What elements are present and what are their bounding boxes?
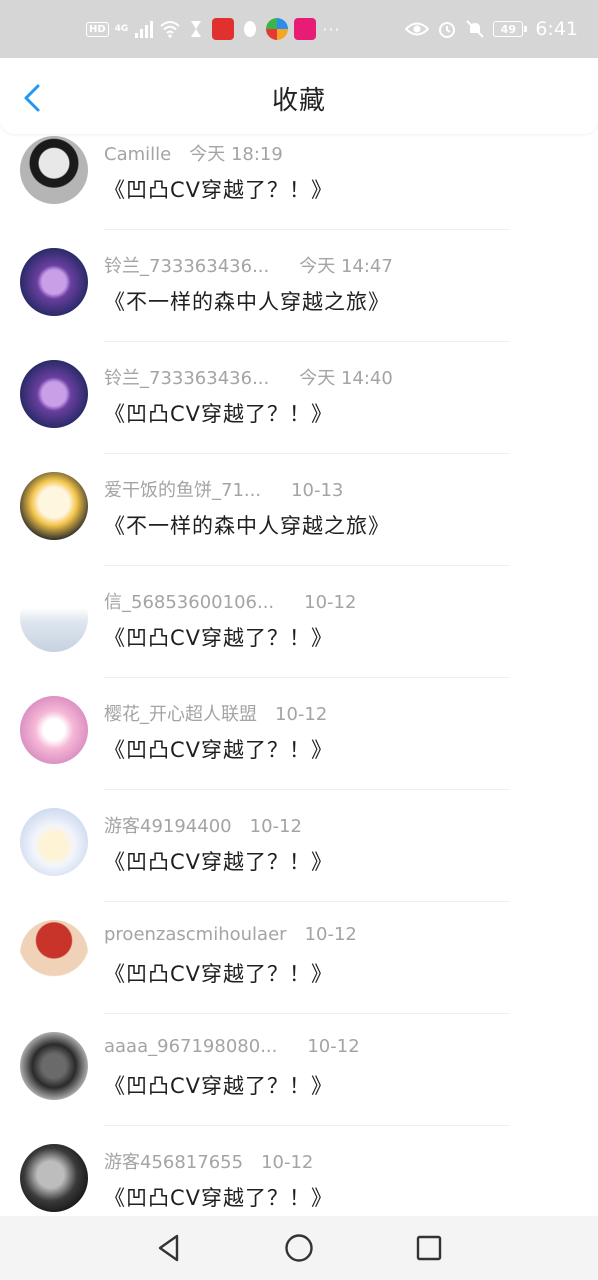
nav-home-button[interactable]: [283, 1232, 315, 1264]
username[interactable]: 信_56853600106...: [104, 592, 274, 613]
square-recents-icon: [416, 1235, 442, 1261]
list-item[interactable]: 爱干饭的鱼饼_71... 10-13 《不一样的森中人穿越之旅》: [0, 454, 598, 566]
nav-back-button[interactable]: [153, 1232, 185, 1264]
book-title[interactable]: 《凹凸CV穿越了？！》: [104, 1070, 333, 1100]
list-item[interactable]: Camille 今天 18:19 《凹凸CV穿越了？！》: [0, 118, 598, 230]
timestamp: 10-12: [307, 1036, 360, 1057]
nav-recents-button[interactable]: [413, 1232, 445, 1264]
book-title[interactable]: 《凹凸CV穿越了？！》: [104, 846, 333, 876]
username[interactable]: aaaa_967198080...: [104, 1036, 277, 1057]
favorites-list: Camille 今天 18:19 《凹凸CV穿越了？！》 铃兰_733363436…: [0, 118, 598, 1238]
list-item[interactable]: 游客49194400 10-12 《凹凸CV穿越了？！》: [0, 790, 598, 902]
list-item[interactable]: 樱花_开心超人联盟 10-12 《凹凸CV穿越了？！》: [0, 678, 598, 790]
app-color-icon: [266, 18, 289, 40]
book-title[interactable]: 《不一样的森中人穿越之旅》: [104, 286, 390, 316]
username[interactable]: 游客456817655: [104, 1152, 243, 1173]
circle-home-icon: [285, 1234, 313, 1262]
qq-icon: [244, 21, 257, 37]
avatar[interactable]: [20, 1032, 88, 1100]
battery-icon: 49: [493, 21, 528, 37]
network-type: 4G: [114, 24, 129, 34]
username[interactable]: proenzascmihoulaer: [104, 924, 287, 945]
book-title[interactable]: 《凹凸CV穿越了？！》: [104, 734, 333, 764]
avatar[interactable]: [20, 1144, 88, 1212]
avatar[interactable]: [20, 696, 88, 764]
triangle-back-icon: [158, 1234, 179, 1262]
timestamp: 10-13: [291, 480, 344, 501]
more-dots: ···: [322, 19, 341, 39]
list-item[interactable]: proenzascmihoulaer 10-12 《凹凸CV穿越了？！》: [0, 902, 598, 1014]
avatar[interactable]: [20, 584, 88, 652]
app-pink-icon: [294, 18, 317, 40]
eye-icon: [405, 22, 430, 36]
book-title[interactable]: 《凹凸CV穿越了？！》: [104, 398, 333, 428]
book-title[interactable]: 《凹凸CV穿越了？！》: [104, 622, 333, 652]
wifi-icon: [160, 21, 180, 38]
username[interactable]: 游客49194400: [104, 816, 232, 837]
timestamp: 10-12: [304, 924, 357, 945]
list-item[interactable]: 信_56853600106... 10-12 《凹凸CV穿越了？！》: [0, 566, 598, 678]
clock: 6:41: [535, 18, 578, 40]
book-title[interactable]: 《凹凸CV穿越了？！》: [104, 1182, 333, 1212]
list-item[interactable]: 铃兰_733363436... 今天 14:47 《不一样的森中人穿越之旅》: [0, 230, 598, 342]
username[interactable]: 铃兰_733363436...: [104, 256, 269, 277]
status-left: HD 4G ···: [86, 17, 341, 41]
header: 收藏: [0, 58, 598, 134]
page-title: 收藏: [271, 86, 326, 116]
timestamp: 10-12: [275, 704, 328, 725]
username[interactable]: Camille: [104, 144, 171, 165]
list-item[interactable]: 铃兰_733363436... 今天 14:40 《凹凸CV穿越了？！》: [0, 342, 598, 454]
mute-bell-icon: [466, 20, 485, 38]
book-title[interactable]: 《凹凸CV穿越了？！》: [104, 958, 333, 988]
system-nav-bar: [0, 1216, 598, 1280]
status-bar: HD 4G ··· 49 6:41: [0, 0, 598, 58]
avatar[interactable]: [20, 360, 88, 428]
list-item[interactable]: aaaa_967198080... 10-12 《凹凸CV穿越了？！》: [0, 1014, 598, 1126]
hourglass-icon: [191, 21, 202, 37]
timestamp: 10-12: [249, 816, 302, 837]
username[interactable]: 铃兰_733363436...: [104, 368, 269, 389]
timestamp: 今天 18:19: [189, 144, 283, 165]
timestamp: 今天 14:40: [299, 368, 393, 389]
avatar[interactable]: [20, 920, 88, 988]
book-title[interactable]: 《凹凸CV穿越了？！》: [104, 174, 333, 204]
avatar[interactable]: [20, 472, 88, 540]
alarm-icon: [439, 22, 456, 38]
username[interactable]: 樱花_开心超人联盟: [104, 704, 257, 725]
book-title[interactable]: 《不一样的森中人穿越之旅》: [104, 510, 390, 540]
timestamp: 10-12: [304, 592, 357, 613]
avatar[interactable]: [20, 808, 88, 876]
avatar[interactable]: [20, 136, 88, 204]
timestamp: 今天 14:47: [299, 256, 393, 277]
app-notification-icon: [212, 18, 235, 40]
username[interactable]: 爱干饭的鱼饼_71...: [104, 480, 261, 501]
avatar[interactable]: [20, 248, 88, 316]
status-right: 49 6:41: [405, 17, 578, 41]
timestamp: 10-12: [261, 1152, 314, 1173]
signal-icon: [135, 21, 154, 38]
hd-badge: HD: [86, 21, 109, 37]
